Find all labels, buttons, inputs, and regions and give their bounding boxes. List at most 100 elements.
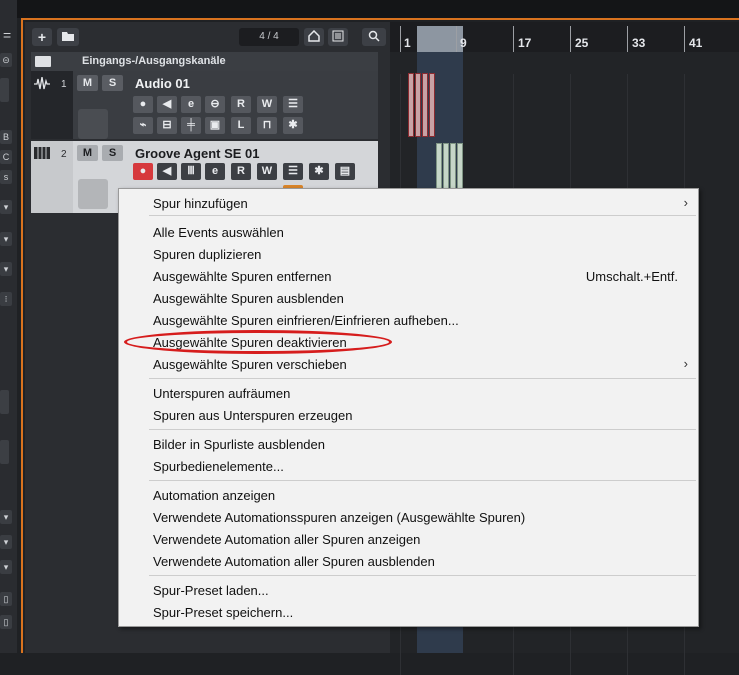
monitor-icon[interactable]: ◀ xyxy=(157,96,177,113)
menu-item-select-all-events[interactable]: Alle Events auswählen xyxy=(153,225,284,240)
ruler-label: 17 xyxy=(518,36,532,50)
menu-item-hide-used-automation-all[interactable]: Verwendete Automation aller Spuren ausbl… xyxy=(153,554,435,569)
track-type-area: 1 xyxy=(31,71,73,139)
highlight-annotation xyxy=(124,330,392,354)
instrument-editor-icon[interactable]: ▤ xyxy=(335,163,355,180)
strip-button[interactable]: ▯ xyxy=(0,615,12,629)
strip-label-b[interactable]: B xyxy=(0,130,12,144)
chevron-down-icon[interactable]: ▾ xyxy=(0,262,12,276)
ruler-tick xyxy=(627,26,628,52)
menu-item-duplicate-tracks[interactable]: Spuren duplizieren xyxy=(153,247,261,262)
edit-channel-icon[interactable]: ☰ xyxy=(283,163,303,180)
menu-shortcut: Umschalt.+Entf. xyxy=(585,269,678,284)
strip-control[interactable] xyxy=(0,390,9,414)
record-enable-icon[interactable]: ● xyxy=(133,96,153,113)
menu-item-show-used-automation-all[interactable]: Verwendete Automation aller Spuren anzei… xyxy=(153,532,420,547)
menu-separator xyxy=(149,480,696,481)
ruler-label: 25 xyxy=(575,36,589,50)
menu-item-move-tracks[interactable]: Ausgewählte Spuren verschieben xyxy=(153,357,347,372)
menu-item-track-controls[interactable]: Spurbedienelemente... xyxy=(153,459,284,474)
menu-item-tracks-from-lanes[interactable]: Spuren aus Unterspuren erzeugen xyxy=(153,408,352,423)
chevron-down-icon[interactable]: ▾ xyxy=(0,510,12,524)
focus-border xyxy=(21,18,23,653)
instrument-icon[interactable]: Ⅲ xyxy=(181,163,201,180)
menu-item-load-track-preset[interactable]: Spur-Preset laden... xyxy=(153,583,269,598)
fader-icon[interactable]: ▣ xyxy=(205,117,225,134)
menu-item-freeze-tracks[interactable]: Ausgewählte Spuren einfrieren/Einfrieren… xyxy=(153,313,459,328)
strip-label-s[interactable]: s xyxy=(0,170,12,184)
track-name[interactable]: Groove Agent SE 01 xyxy=(135,146,260,161)
chevron-down-icon[interactable]: ▾ xyxy=(0,200,12,214)
lanes-button[interactable]: L xyxy=(231,117,251,134)
strip-label-c[interactable]: C xyxy=(0,150,12,164)
focus-border xyxy=(21,18,739,20)
menu-item-hide-selected-tracks[interactable]: Ausgewählte Spuren ausblenden xyxy=(153,291,344,306)
strip-button[interactable]: ⊝ xyxy=(0,53,12,67)
grid-icon[interactable]: ⁝ xyxy=(0,292,12,306)
ruler-tick xyxy=(684,26,685,52)
audio-event[interactable] xyxy=(408,73,414,137)
lock-icon[interactable]: ⊖ xyxy=(205,96,225,113)
track-name[interactable]: Audio 01 xyxy=(135,76,190,91)
track-picture xyxy=(78,109,108,139)
track-number: 1 xyxy=(61,79,67,90)
menu-separator xyxy=(149,378,696,379)
add-track-icon[interactable]: + xyxy=(32,28,52,46)
menu-item-cleanup-lanes[interactable]: Unterspuren aufräumen xyxy=(153,386,290,401)
strip-control[interactable] xyxy=(0,440,9,464)
ruler-label: 33 xyxy=(632,36,646,50)
waveform-icon xyxy=(34,77,50,90)
ruler-tick xyxy=(513,26,514,52)
list-view-icon[interactable] xyxy=(328,28,348,46)
io-channels-header[interactable]: Eingangs-/Ausgangskanäle xyxy=(31,52,378,71)
solo-button[interactable]: S xyxy=(102,145,123,161)
inserts-icon[interactable]: ⌁ xyxy=(133,117,153,134)
top-bar xyxy=(17,0,739,18)
ruler-tick xyxy=(400,26,401,52)
track-number: 2 xyxy=(61,149,67,160)
menu-item-hide-pictures[interactable]: Bilder in Spurliste ausblenden xyxy=(153,437,325,452)
audio-event[interactable] xyxy=(415,73,421,137)
menu-item-show-automation[interactable]: Automation anzeigen xyxy=(153,488,275,503)
track-picture xyxy=(78,179,108,209)
read-automation-button[interactable]: R xyxy=(231,163,251,180)
menu-item-save-track-preset[interactable]: Spur-Preset speichern... xyxy=(153,605,293,620)
menu-item-show-used-automation-selected[interactable]: Verwendete Automationsspuren anzeigen (A… xyxy=(153,510,525,525)
edit-channel-icon[interactable]: ☰ xyxy=(283,96,303,113)
ruler-tick xyxy=(456,26,457,52)
strip-control[interactable] xyxy=(0,78,9,102)
audio-event[interactable] xyxy=(422,73,428,137)
chevron-down-icon[interactable]: ▾ xyxy=(0,232,12,246)
io-channels-title: Eingangs-/Ausgangskanäle xyxy=(82,55,226,67)
track-audio[interactable]: 1 M S Audio 01 ● ◀ e ⊖ R W ☰ ⌁ ⊟ ╪ ▣ L ⊓… xyxy=(31,71,378,139)
menu-lines-icon[interactable]: = xyxy=(3,27,11,43)
solo-button[interactable]: S xyxy=(102,75,123,91)
write-automation-button[interactable]: W xyxy=(257,96,277,113)
read-automation-button[interactable]: R xyxy=(231,96,251,113)
timebase-icon[interactable]: e xyxy=(181,96,201,113)
track-presets-icon[interactable] xyxy=(304,28,324,46)
unlock-icon[interactable]: ⊓ xyxy=(257,117,277,134)
freeze-icon[interactable]: ✱ xyxy=(283,117,303,134)
chevron-down-icon[interactable]: ▾ xyxy=(0,560,12,574)
chevron-down-icon[interactable]: ▾ xyxy=(0,535,12,549)
mute-button[interactable]: M xyxy=(77,145,98,161)
record-enable-icon[interactable]: ● xyxy=(133,163,153,180)
monitor-icon[interactable]: ◀ xyxy=(157,163,177,180)
strip-button[interactable]: ▯ xyxy=(0,592,12,606)
menu-separator xyxy=(149,429,696,430)
freeze-icon[interactable]: ✱ xyxy=(309,163,329,180)
mute-button[interactable]: M xyxy=(77,75,98,91)
folder-icon xyxy=(35,56,51,67)
ruler-label: 1 xyxy=(404,36,411,50)
audio-event[interactable] xyxy=(429,73,435,137)
channel-icon[interactable]: ⊟ xyxy=(157,117,177,134)
menu-item-add-track[interactable]: Spur hinzufügen xyxy=(153,196,248,211)
timebase-icon[interactable]: e xyxy=(205,163,225,180)
search-icon[interactable] xyxy=(362,28,386,46)
ruler-tick xyxy=(570,26,571,52)
eq-icon[interactable]: ╪ xyxy=(181,117,201,134)
menu-item-remove-selected-tracks[interactable]: Ausgewählte Spuren entfernen xyxy=(153,269,332,284)
folder-add-icon[interactable] xyxy=(57,28,79,46)
write-automation-button[interactable]: W xyxy=(257,163,277,180)
